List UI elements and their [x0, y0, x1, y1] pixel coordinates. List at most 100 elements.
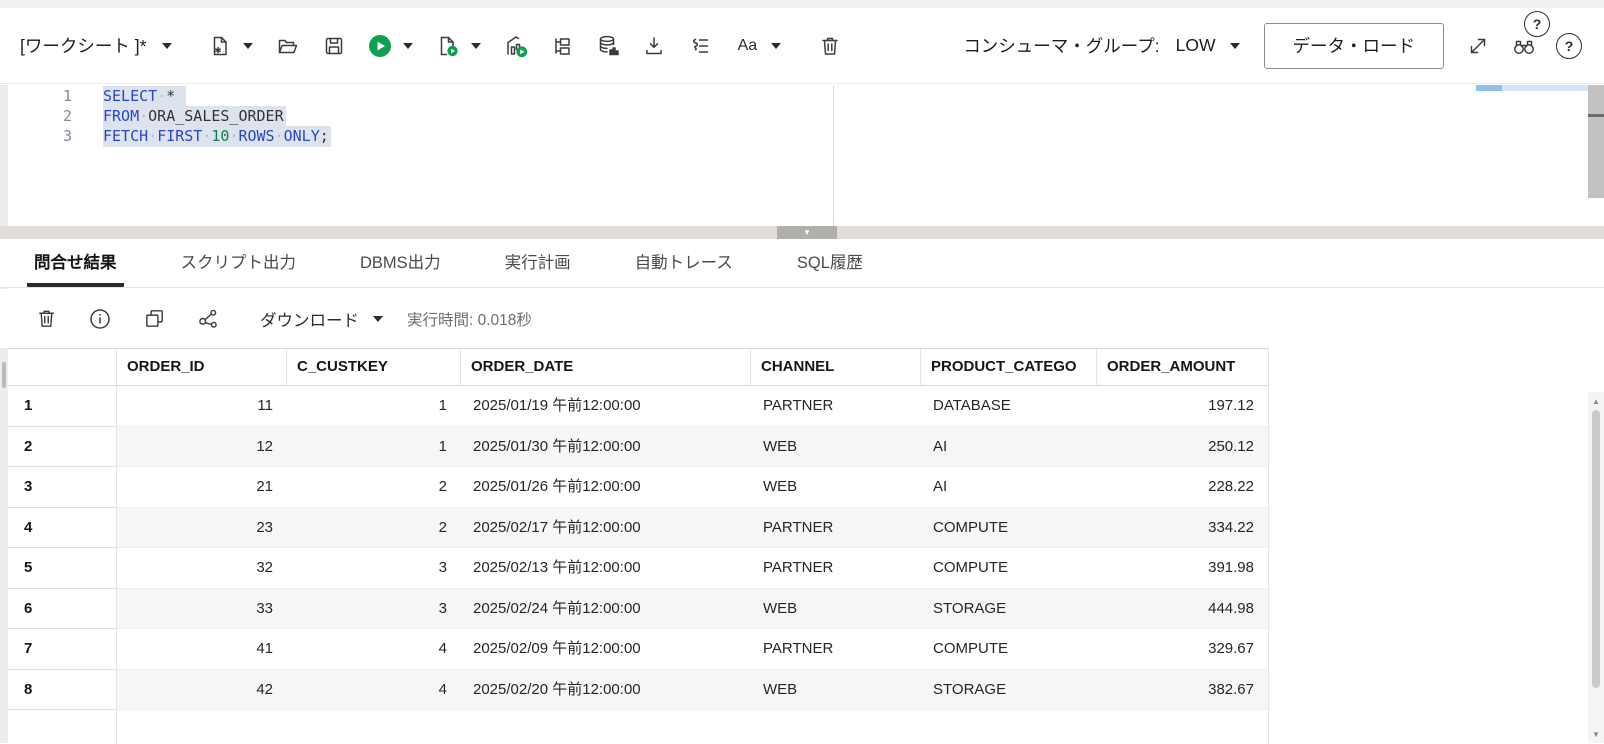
- header-cell-product_catego[interactable]: PRODUCT_CATEGO: [921, 349, 1097, 385]
- clear-worksheet-button[interactable]: [816, 32, 844, 60]
- row-number-cell[interactable]: [8, 710, 117, 744]
- tab-query-result[interactable]: 問合せ結果: [27, 239, 124, 287]
- table-cell[interactable]: [1097, 710, 1269, 744]
- header-cell-channel[interactable]: CHANNEL: [751, 349, 921, 385]
- table-cell[interactable]: PARTNER: [751, 548, 921, 589]
- tab-explain-plan[interactable]: 実行計画: [498, 239, 578, 287]
- table-cell[interactable]: 444.98: [1097, 588, 1269, 629]
- run-script-menu-button[interactable]: [468, 32, 484, 60]
- results-info-button[interactable]: [86, 305, 114, 333]
- new-worksheet-menu-button[interactable]: [240, 32, 256, 60]
- table-cell[interactable]: 42: [117, 669, 287, 710]
- table-cell[interactable]: 2025/01/30 午前12:00:00: [461, 426, 751, 467]
- table-cell[interactable]: 329.67: [1097, 629, 1269, 670]
- help-button[interactable]: ?: [1556, 32, 1582, 59]
- scroll-up-button[interactable]: ▲: [1588, 394, 1604, 408]
- table-cell[interactable]: 23: [117, 507, 287, 548]
- table-cell[interactable]: PARTNER: [751, 507, 921, 548]
- table-cell[interactable]: STORAGE: [921, 669, 1097, 710]
- download-editor-button[interactable]: [640, 32, 668, 60]
- splitter-collapse-handle[interactable]: ▼: [777, 226, 837, 239]
- table-cell[interactable]: 3: [287, 588, 461, 629]
- table-cell[interactable]: 4: [287, 669, 461, 710]
- header-cell-order_amount[interactable]: ORDER_AMOUNT: [1097, 349, 1269, 385]
- table-cell[interactable]: 2025/02/09 午前12:00:00: [461, 629, 751, 670]
- table-cell[interactable]: AI: [921, 467, 1097, 508]
- table-cell[interactable]: COMPUTE: [921, 507, 1097, 548]
- table-cell[interactable]: 2025/02/20 午前12:00:00: [461, 669, 751, 710]
- table-cell[interactable]: 3: [287, 548, 461, 589]
- share-results-button[interactable]: [194, 305, 222, 333]
- open-file-button[interactable]: [274, 32, 302, 60]
- table-cell[interactable]: PARTNER: [751, 629, 921, 670]
- consumer-group-select[interactable]: LOW: [1176, 35, 1240, 56]
- table-cell[interactable]: [751, 710, 921, 744]
- editor-scrollbar-thumb[interactable]: [1588, 114, 1604, 117]
- table-cell[interactable]: 4: [287, 629, 461, 670]
- table-cell[interactable]: 334.22: [1097, 507, 1269, 548]
- header-cell-c_custkey[interactable]: C_CUSTKEY: [287, 349, 461, 385]
- table-cell[interactable]: 197.12: [1097, 386, 1269, 427]
- table-cell[interactable]: 391.98: [1097, 548, 1269, 589]
- row-number-cell[interactable]: 3: [8, 467, 117, 508]
- run-statement-button[interactable]: [366, 32, 394, 60]
- table-cell[interactable]: 250.12: [1097, 426, 1269, 467]
- worksheet-selector[interactable]: [ワークシート ]*: [20, 33, 173, 58]
- row-number-cell[interactable]: 8: [8, 669, 117, 710]
- table-cell[interactable]: WEB: [751, 669, 921, 710]
- explain-plan-button[interactable]: [502, 32, 530, 60]
- run-script-button[interactable]: [434, 32, 462, 60]
- table-cell[interactable]: [287, 710, 461, 744]
- table-cell[interactable]: [921, 710, 1097, 744]
- results-help-button[interactable]: ?: [1524, 11, 1550, 37]
- table-cell[interactable]: 1: [287, 426, 461, 467]
- table-cell[interactable]: WEB: [751, 467, 921, 508]
- table-cell[interactable]: 382.67: [1097, 669, 1269, 710]
- save-button[interactable]: [320, 32, 348, 60]
- chevron-down-icon[interactable]: [373, 315, 383, 322]
- results-scrollbar[interactable]: ▲ ▼: [1588, 392, 1604, 743]
- font-size-menu-button[interactable]: [768, 32, 784, 60]
- table-cell[interactable]: DATABASE: [921, 386, 1097, 427]
- table-cell[interactable]: 11: [117, 386, 287, 427]
- header-cell-order_id[interactable]: ORDER_ID: [117, 349, 287, 385]
- code-line[interactable]: FROM·ORA_SALES_ORDER: [103, 106, 331, 127]
- table-cell[interactable]: [461, 710, 751, 744]
- table-cell[interactable]: 21: [117, 467, 287, 508]
- table-cell[interactable]: WEB: [751, 588, 921, 629]
- font-size-button[interactable]: Aa: [732, 32, 762, 60]
- table-cell[interactable]: 32: [117, 548, 287, 589]
- copy-results-button[interactable]: [140, 305, 168, 333]
- header-cell-order_date[interactable]: ORDER_DATE: [461, 349, 751, 385]
- table-cell[interactable]: [117, 710, 287, 744]
- new-worksheet-button[interactable]: [206, 32, 234, 60]
- tab-dbms-output[interactable]: DBMS出力: [353, 239, 448, 287]
- table-cell[interactable]: 12: [117, 426, 287, 467]
- expand-editor-button[interactable]: [1464, 32, 1492, 60]
- table-cell[interactable]: 33: [117, 588, 287, 629]
- run-menu-button[interactable]: [400, 32, 416, 60]
- table-cell[interactable]: 228.22: [1097, 467, 1269, 508]
- tab-sql-history[interactable]: SQL履歴: [790, 239, 870, 287]
- table-cell[interactable]: STORAGE: [921, 588, 1097, 629]
- table-cell[interactable]: 2025/01/19 午前12:00:00: [461, 386, 751, 427]
- row-number-cell[interactable]: 7: [8, 629, 117, 670]
- clear-results-button[interactable]: [32, 305, 60, 333]
- sql-history-button[interactable]: [594, 32, 622, 60]
- tab-autotrace[interactable]: 自動トレース: [628, 239, 740, 287]
- table-cell[interactable]: AI: [921, 426, 1097, 467]
- autotrace-button[interactable]: [548, 32, 576, 60]
- table-cell[interactable]: COMPUTE: [921, 629, 1097, 670]
- table-cell[interactable]: 1: [287, 386, 461, 427]
- table-cell[interactable]: 2025/01/26 午前12:00:00: [461, 467, 751, 508]
- editor-scrollbar[interactable]: [1588, 85, 1604, 198]
- row-number-cell[interactable]: 1: [8, 386, 117, 427]
- left-panel-splitter[interactable]: [0, 85, 8, 743]
- row-number-cell[interactable]: 2: [8, 426, 117, 467]
- table-cell[interactable]: WEB: [751, 426, 921, 467]
- table-cell[interactable]: 2: [287, 467, 461, 508]
- format-button[interactable]: [686, 32, 714, 60]
- editor-code[interactable]: SELECT·* FROM·ORA_SALES_ORDER FETCH·FIRST…: [103, 86, 331, 147]
- table-cell[interactable]: 2: [287, 507, 461, 548]
- table-cell[interactable]: 2025/02/17 午前12:00:00: [461, 507, 751, 548]
